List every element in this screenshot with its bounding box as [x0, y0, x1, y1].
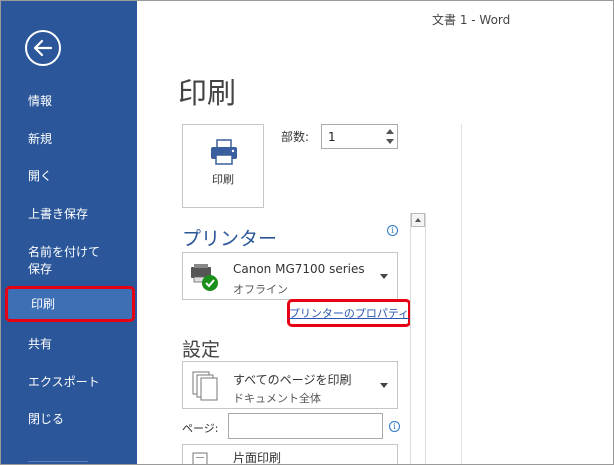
- copies-stepper[interactable]: 1: [321, 124, 398, 149]
- backstage-sidebar: 情報 新規 開く 上書き保存 名前を付けて 保存 印刷 共有 エクスポート 閉じ…: [1, 1, 137, 464]
- sidebar-item-export[interactable]: エクスポート: [1, 374, 137, 391]
- sides-dropdown[interactable]: 片面印刷: [182, 444, 398, 465]
- sidebar-divider: [28, 461, 88, 462]
- printer-status: オフライン: [233, 283, 288, 296]
- spin-down-icon[interactable]: [386, 139, 394, 144]
- sidebar-item-print-label: 印刷: [31, 296, 56, 311]
- scroll-up-icon[interactable]: [411, 213, 425, 227]
- sidebar-item-save[interactable]: 上書き保存: [1, 206, 137, 223]
- pages-icon: [192, 371, 218, 401]
- spin-up-icon[interactable]: [386, 129, 394, 134]
- preview-divider: [461, 124, 462, 465]
- pages-label: ページ:: [182, 422, 219, 435]
- settings-heading: 設定: [182, 339, 221, 361]
- sidebar-item-open[interactable]: 開く: [1, 168, 137, 185]
- copies-label: 部数:: [281, 130, 310, 144]
- printer-icon: [211, 139, 237, 165]
- sides-main: 片面印刷: [233, 451, 282, 465]
- chevron-down-icon: [380, 383, 388, 388]
- pages-input[interactable]: [228, 413, 383, 439]
- sidebar-item-info[interactable]: 情報: [1, 93, 137, 110]
- print-range-dropdown[interactable]: すべてのページを印刷 ドキュメント全体: [182, 361, 398, 409]
- printer-ready-icon: [191, 264, 218, 291]
- one-sided-icon: [192, 452, 208, 465]
- print-range-sub: ドキュメント全体: [233, 392, 321, 405]
- sidebar-item-close[interactable]: 閉じる: [1, 411, 137, 428]
- page-title: 印刷: [178, 76, 237, 110]
- print-range-main: すべてのページを印刷: [233, 373, 352, 387]
- sidebar-item-share[interactable]: 共有: [1, 336, 137, 353]
- settings-scrollbar[interactable]: [410, 213, 426, 465]
- sidebar-item-print[interactable]: 印刷: [5, 286, 135, 322]
- printer-dropdown[interactable]: Canon MG7100 series オフライン: [182, 252, 398, 300]
- print-button-label: 印刷: [212, 173, 234, 186]
- print-button[interactable]: 印刷: [182, 124, 264, 208]
- chevron-down-icon: [380, 274, 388, 279]
- info-icon[interactable]: i: [387, 225, 398, 236]
- sidebar-item-new[interactable]: 新規: [1, 131, 137, 148]
- arrow-left-icon: [33, 39, 53, 57]
- printer-heading: プリンター: [182, 228, 278, 250]
- printer-properties-link[interactable]: プリンターのプロパティ: [287, 299, 411, 327]
- back-button[interactable]: [25, 30, 61, 66]
- info-icon[interactable]: i: [389, 421, 400, 432]
- printer-properties-label: プリンターのプロパティ: [288, 307, 410, 320]
- printer-name: Canon MG7100 series: [233, 262, 365, 276]
- sidebar-item-save-as[interactable]: 名前を付けて 保存: [1, 244, 137, 278]
- window-title: 文書 1 - Word: [432, 13, 511, 27]
- copies-value: 1: [328, 130, 336, 144]
